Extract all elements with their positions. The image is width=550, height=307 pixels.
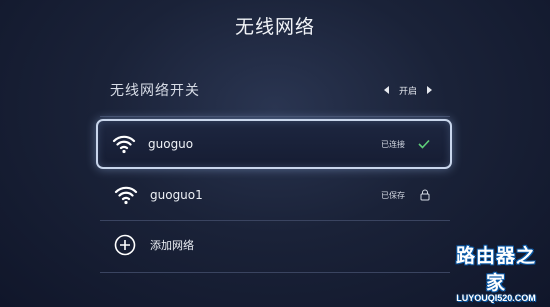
watermark-logo: 路由器之家 — [455, 245, 536, 294]
plus-circle-icon — [114, 234, 136, 256]
watermark: 路由器之家 LUYOUQI520.COM — [448, 241, 544, 303]
network-name: guoguo1 — [150, 188, 203, 202]
network-item-guoguo1[interactable]: guoguo1 已保存 — [100, 171, 450, 219]
network-status: 已连接 — [381, 139, 405, 149]
wireless-switch-value: 开启 — [398, 86, 417, 97]
wifi-icon — [114, 186, 138, 205]
network-status: 已保存 — [381, 190, 405, 200]
divider — [100, 272, 450, 273]
arrow-left-icon[interactable] — [383, 86, 389, 94]
wifi-icon — [112, 135, 136, 154]
watermark-url: LUYOUQI520.COM — [456, 293, 536, 303]
page-title: 无线网络 — [234, 16, 315, 38]
wireless-switch-control[interactable]: 开启 — [383, 84, 432, 97]
lock-icon — [420, 189, 430, 201]
network-item-guoguo[interactable]: guoguo 已连接 — [96, 119, 452, 169]
wireless-switch-row[interactable]: 无线网络开关 开启 — [100, 65, 450, 115]
add-network-label: 添加网络 — [150, 239, 194, 252]
wireless-switch-label: 无线网络开关 — [110, 83, 200, 99]
arrow-right-icon[interactable] — [427, 86, 432, 94]
check-icon — [418, 139, 430, 149]
divider — [100, 116, 450, 117]
network-name: guoguo — [148, 137, 194, 151]
add-network-button[interactable]: 添加网络 — [100, 221, 450, 269]
